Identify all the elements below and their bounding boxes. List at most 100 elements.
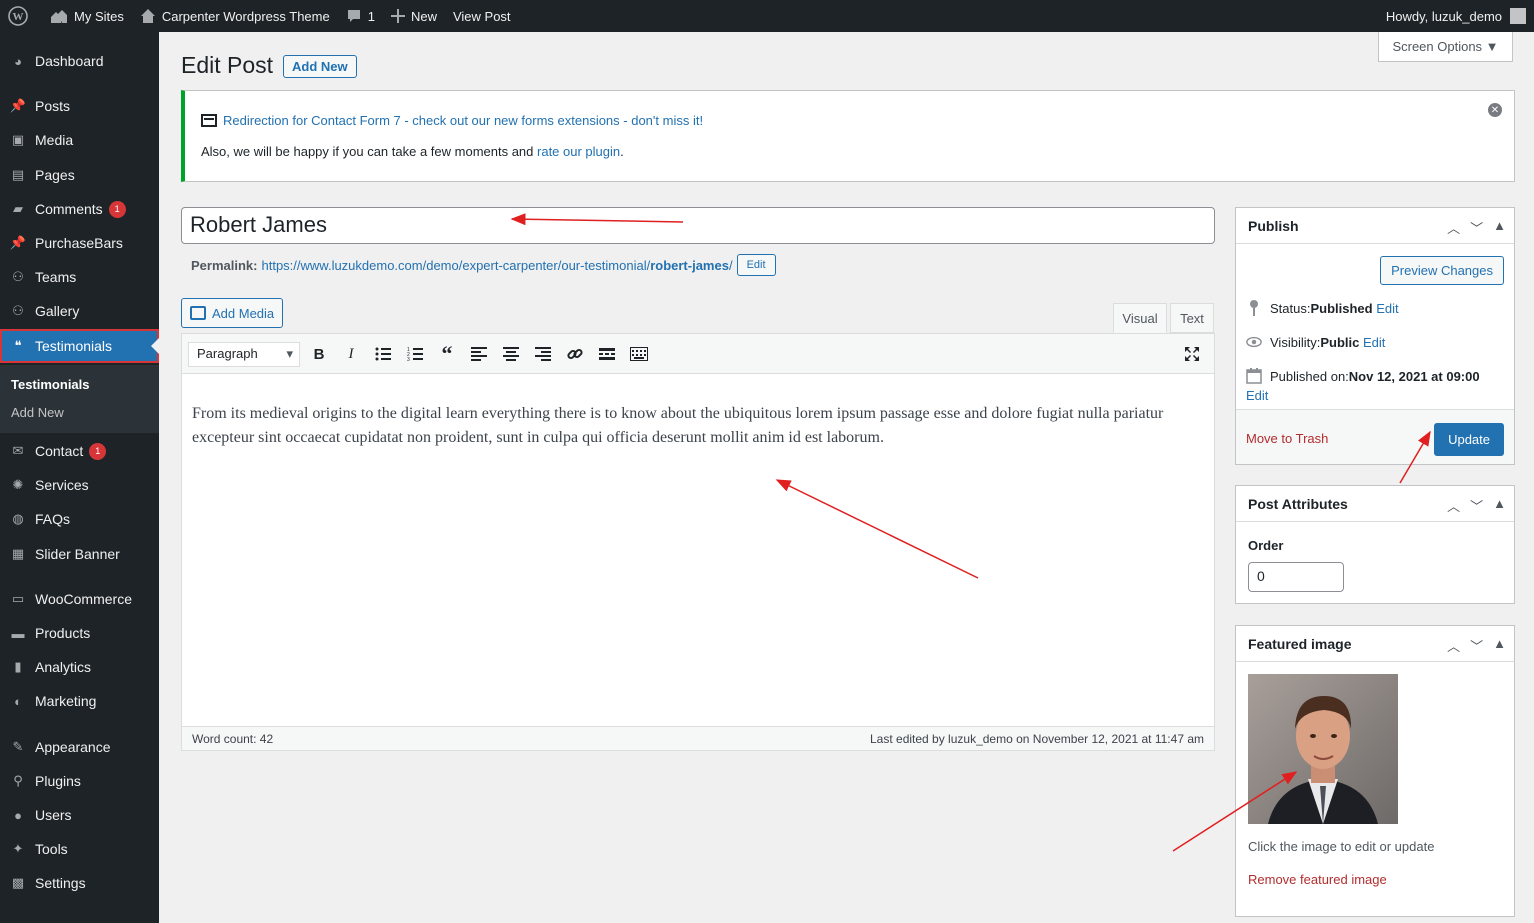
sidebar-item-plugins[interactable]: ⚲ Plugins	[0, 764, 159, 798]
wordpress-logo-link[interactable]: W	[0, 0, 42, 32]
notice-link[interactable]: Redirection for Contact Form 7 - check o…	[223, 113, 703, 128]
published-label: Published on:	[1270, 368, 1349, 384]
preview-changes-button[interactable]: Preview Changes	[1380, 256, 1504, 285]
sidebar-item-pages[interactable]: ▤ Pages	[0, 158, 159, 192]
rate-plugin-link[interactable]: rate our plugin	[537, 144, 620, 159]
site-name-link[interactable]: Carpenter Wordpress Theme	[132, 0, 338, 32]
users-icon: ●	[14, 807, 22, 823]
move-up-icon[interactable]: ︿	[1447, 636, 1460, 655]
eye-icon	[1246, 334, 1262, 350]
order-input[interactable]: 0	[1248, 562, 1344, 592]
my-sites-link[interactable]: My Sites	[42, 0, 132, 32]
move-to-trash-link[interactable]: Move to Trash	[1246, 431, 1328, 446]
move-up-icon[interactable]: ︿	[1447, 496, 1460, 515]
fullscreen-icon[interactable]	[1180, 344, 1204, 364]
submenu-item-testimonials[interactable]: Testimonials	[11, 377, 90, 392]
svg-text:3: 3	[407, 357, 410, 361]
sidebar-item-testimonials[interactable]: ❝ Testimonials	[0, 329, 159, 363]
move-down-icon[interactable]: ﹀	[1470, 496, 1483, 515]
publish-box: Publish ︿ ﹀ ▲ Preview Changes Status: Pu…	[1235, 207, 1515, 465]
permalink-link[interactable]: https://www.luzukdemo.com/demo/expert-ca…	[261, 258, 732, 273]
dismiss-icon[interactable]: ✕	[1488, 103, 1502, 117]
visibility-label: Visibility:	[1270, 334, 1321, 350]
main-content: Screen Options ▼ Edit Post Add New Redir…	[159, 32, 1534, 923]
screen-options-button[interactable]: Screen Options ▼	[1378, 32, 1513, 62]
link-icon[interactable]	[563, 344, 587, 364]
sidebar-item-woocommerce[interactable]: ▭ WooCommerce	[0, 582, 159, 616]
bullet-list-icon[interactable]	[371, 344, 395, 364]
move-down-icon[interactable]: ﹀	[1470, 636, 1483, 655]
sidebar-item-contact[interactable]: ✉ Contact 1	[0, 434, 159, 468]
tab-visual[interactable]: Visual	[1113, 303, 1167, 333]
sidebar-item-analytics[interactable]: ▮ Analytics	[0, 650, 159, 684]
faq-icon: ◍	[12, 511, 24, 526]
sidebar-item-appearance[interactable]: ✎ Appearance	[0, 730, 159, 764]
sidebar-item-teams[interactable]: ⚇ Teams	[0, 260, 159, 294]
collapse-icon[interactable]: ▲	[1493, 636, 1506, 655]
visibility-edit-link[interactable]: Edit	[1363, 335, 1385, 350]
align-right-icon[interactable]	[531, 344, 555, 364]
slides-icon: ▦	[11, 546, 25, 561]
sidebar-item-tools[interactable]: ✦ Tools	[0, 832, 159, 866]
sidebar-item-label: Posts	[35, 98, 71, 114]
italic-icon[interactable]: I	[339, 344, 363, 364]
move-up-icon[interactable]: ︿	[1447, 218, 1460, 237]
account-menu[interactable]: Howdy, luzuk_demo	[1386, 8, 1534, 24]
comments-link[interactable]: 1	[338, 0, 383, 32]
toolbar-toggle-icon[interactable]	[627, 344, 651, 364]
permalink-edit-button[interactable]: Edit	[736, 254, 776, 276]
editor-toolbar: Paragraph B I 123 “	[182, 334, 1214, 374]
order-label: Order	[1248, 538, 1284, 553]
last-edited: Last edited by luzuk_demo on November 12…	[870, 731, 1204, 746]
add-media-button[interactable]: Add Media	[181, 298, 284, 328]
align-left-icon[interactable]	[467, 344, 491, 364]
collapse-icon[interactable]: ▲	[1493, 496, 1506, 515]
format-select[interactable]: Paragraph	[188, 342, 300, 367]
featured-image-thumbnail[interactable]	[1248, 674, 1398, 824]
status-edit-link[interactable]: Edit	[1376, 301, 1398, 316]
permalink-slug: robert-james	[650, 257, 729, 273]
collapse-icon[interactable]: ▲	[1493, 218, 1506, 237]
home-icon	[140, 8, 156, 24]
sidebar-item-media[interactable]: ▣ Media	[0, 123, 159, 157]
brush-icon: ✎	[12, 739, 24, 754]
view-post-link[interactable]: View Post	[445, 0, 519, 32]
notification-badge: 1	[108, 200, 126, 218]
date-edit-link[interactable]: Edit	[1246, 388, 1506, 403]
svg-text:W: W	[13, 11, 24, 23]
sidebar-item-posts[interactable]: 📌 Posts	[0, 89, 159, 123]
sidebar-item-users[interactable]: ● Users	[0, 798, 159, 832]
sidebar-item-label: Tools	[35, 841, 68, 857]
sidebar-item-label: Media	[35, 132, 74, 148]
new-content-link[interactable]: New	[383, 0, 445, 32]
align-center-icon[interactable]	[499, 344, 523, 364]
sidebar-item-slider-banner[interactable]: ▦ Slider Banner	[0, 537, 159, 571]
sidebar-item-faqs[interactable]: ◍ FAQs	[0, 502, 159, 536]
sidebar-item-comments[interactable]: ▰ Comments 1	[0, 192, 159, 226]
bold-icon[interactable]: B	[307, 344, 331, 364]
submenu-item-add-new[interactable]: Add New	[11, 405, 64, 420]
add-new-button[interactable]: Add New	[283, 55, 357, 78]
move-down-icon[interactable]: ﹀	[1470, 218, 1483, 237]
update-button[interactable]: Update	[1434, 423, 1504, 456]
sidebar-item-dashboard[interactable]: ◕ Dashboard	[0, 44, 159, 78]
remove-featured-image-link[interactable]: Remove featured image	[1248, 872, 1387, 887]
status-value: Published	[1310, 300, 1373, 316]
sidebar-item-services[interactable]: ✺ Services	[0, 468, 159, 502]
post-content[interactable]: From its medieval origins to the digital…	[192, 402, 1202, 450]
read-more-icon[interactable]	[595, 344, 619, 364]
publish-title: Publish	[1248, 217, 1299, 234]
pages-icon: ▤	[11, 167, 25, 182]
post-title-input[interactable]: Robert James	[181, 207, 1215, 244]
numbered-list-icon[interactable]: 123	[403, 344, 427, 364]
sidebar-item-settings[interactable]: ▩ Settings	[0, 866, 159, 900]
sidebar-item-products[interactable]: ▬ Products	[0, 616, 159, 650]
sidebar-item-purchasebars[interactable]: 📌 PurchaseBars	[0, 226, 159, 260]
sidebar-item-gallery[interactable]: ⚇ Gallery	[0, 294, 159, 328]
sidebar-item-marketing[interactable]: ◐ Marketing	[0, 684, 159, 718]
tab-text[interactable]: Text	[1170, 303, 1214, 333]
sidebar-item-label: FAQs	[35, 511, 71, 527]
permalink-label: Permalink:	[191, 257, 258, 273]
sidebar-item-label: Slider Banner	[35, 546, 120, 562]
blockquote-icon[interactable]: “	[435, 341, 459, 366]
